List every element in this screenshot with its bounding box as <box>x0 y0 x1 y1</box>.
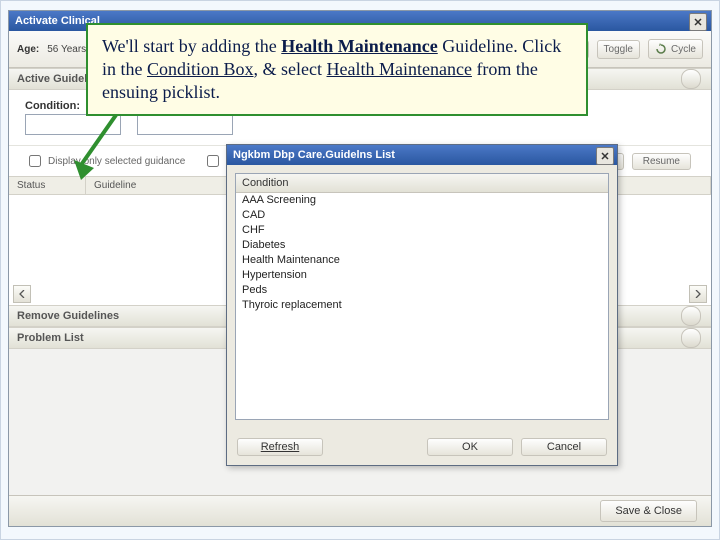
popup-list-header: Condition <box>236 174 608 193</box>
popup-button-row: Refresh OK Cancel <box>227 428 617 466</box>
age-label: Age: <box>17 44 39 55</box>
popup-listbox[interactable]: Condition AAA Screening CAD CHF Diabetes… <box>235 173 609 420</box>
expand-icon-2[interactable] <box>681 328 701 348</box>
scroll-right-button[interactable] <box>689 285 707 303</box>
window-close-button[interactable] <box>689 13 707 31</box>
popup-titlebar: Ngkbm Dbp Care.Guidelns List <box>227 145 617 165</box>
close-icon <box>694 18 702 26</box>
expand-icon[interactable] <box>681 306 701 326</box>
cycle-icon <box>655 43 667 55</box>
diagnosis-input[interactable] <box>137 114 233 135</box>
guidelines-list-popup: Ngkbm Dbp Care.Guidelns List Condition A… <box>226 144 618 466</box>
toggle-button[interactable]: Toggle <box>597 40 640 59</box>
cancel-button[interactable]: Cancel <box>521 438 607 456</box>
list-item[interactable]: Peds <box>236 283 608 298</box>
ok-button[interactable]: OK <box>427 438 513 456</box>
list-item[interactable]: CAD <box>236 208 608 223</box>
window-footer: Save & Close <box>9 495 711 526</box>
collapse-icon[interactable] <box>681 69 701 89</box>
list-item[interactable]: Thyroic replacement <box>236 298 608 313</box>
list-item[interactable]: Diabetes <box>236 238 608 253</box>
resume-button[interactable]: Resume <box>632 153 691 170</box>
age-value: 56 Years <box>47 44 86 55</box>
list-item[interactable]: AAA Screening <box>236 193 608 208</box>
popup-close-button[interactable] <box>596 147 614 165</box>
list-item[interactable]: CHF <box>236 223 608 238</box>
chevron-left-icon <box>19 290 25 298</box>
popup-title: Ngkbm Dbp Care.Guidelns List <box>233 149 395 161</box>
close-icon <box>601 152 609 160</box>
refresh-button[interactable]: Refresh <box>237 438 323 456</box>
arrow-icon <box>66 110 126 190</box>
instruction-callout: We'll start by adding the Health Mainten… <box>86 23 588 116</box>
list-item[interactable]: Health Maintenance <box>236 253 608 268</box>
save-close-button[interactable]: Save & Close <box>600 500 697 522</box>
cycle-button[interactable]: Cycle <box>648 39 703 59</box>
chevron-right-icon <box>695 290 701 298</box>
list-item[interactable]: Hypertension <box>236 268 608 283</box>
scroll-left-button[interactable] <box>13 285 31 303</box>
